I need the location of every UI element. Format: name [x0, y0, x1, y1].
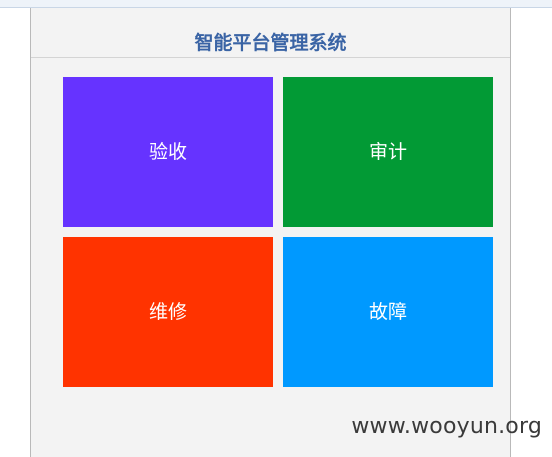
tile-audit-label: 审计 — [368, 141, 407, 163]
tile-maintenance[interactable]: 维修 — [63, 237, 273, 387]
tile-fault-label: 故障 — [368, 301, 407, 323]
top-strip — [0, 0, 552, 8]
watermark-text: www.wooyun.org — [351, 414, 542, 439]
tile-maintenance-label: 维修 — [148, 301, 187, 323]
tile-audit[interactable]: 审计 — [283, 77, 493, 227]
tile-fault[interactable]: 故障 — [283, 237, 493, 387]
main-panel: 智能平台管理系统 验收 审计 维修 故障 — [30, 8, 511, 457]
page-title: 智能平台管理系统 — [194, 32, 347, 54]
panel-header: 智能平台管理系统 — [31, 8, 510, 58]
tile-acceptance-label: 验收 — [148, 141, 187, 163]
tile-acceptance[interactable]: 验收 — [63, 77, 273, 227]
